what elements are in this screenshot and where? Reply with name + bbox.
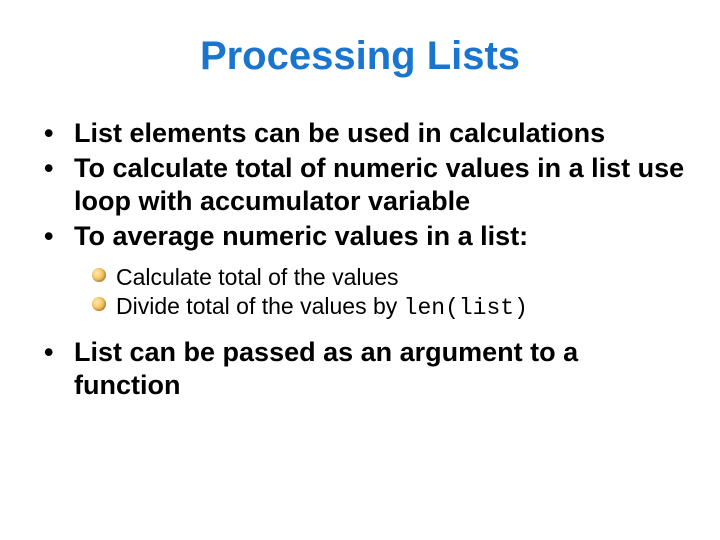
- bullet-item: To average numeric values in a list:: [38, 220, 690, 253]
- bullet-item: To calculate total of numeric values in …: [38, 152, 690, 218]
- sub-bullet-text: Calculate total of the values: [116, 264, 399, 290]
- main-bullet-list: List elements can be used in calculation…: [30, 117, 690, 402]
- sub-bullet-list: Calculate total of the values Divide tot…: [38, 263, 690, 324]
- bullet-item: List can be passed as an argument to a f…: [38, 336, 690, 402]
- sphere-bullet-icon: [92, 297, 106, 311]
- sub-bullet-item: Divide total of the values by len(list): [92, 292, 690, 323]
- sub-bullet-item: Calculate total of the values: [92, 263, 690, 292]
- sub-bullet-text: Divide total of the values by: [116, 293, 404, 319]
- slide-title: Processing Lists: [30, 34, 690, 79]
- code-snippet: len(list): [404, 295, 528, 321]
- sphere-bullet-icon: [92, 268, 106, 282]
- bullet-item: List elements can be used in calculation…: [38, 117, 690, 150]
